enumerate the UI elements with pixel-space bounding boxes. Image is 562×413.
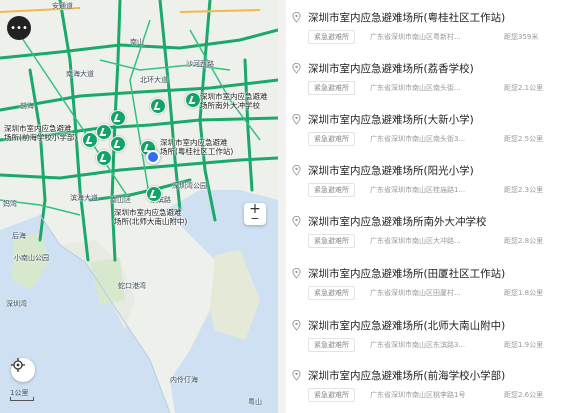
shelter-marker[interactable]	[96, 150, 112, 166]
list-item-title: 深圳市室内应急避难场所(田厦社区工作站)	[308, 268, 506, 280]
list-item[interactable]: 深圳市室内应急避难场所(田厦社区工作站) 紧急避难所 广东省深圳市南山区田厦村.…	[286, 256, 562, 306]
location-pin-icon	[292, 165, 301, 176]
panel-divider	[278, 0, 286, 413]
list-item-tag: 紧急避难所	[308, 388, 355, 402]
location-pin-icon	[292, 370, 301, 381]
list-item-address: 广东省深圳市南山区大冲路...	[370, 237, 461, 245]
more-options-button[interactable]: •••	[7, 16, 31, 40]
list-item-title: 深圳市室内应急避难场所(前海学校小学部)	[308, 370, 506, 382]
crosshair-icon	[11, 358, 25, 372]
shelter-marker[interactable]	[110, 110, 126, 126]
list-item-address: 广东省深圳市南山区东滨路3...	[370, 341, 466, 349]
list-item-address: 广东省深圳市南山区南头街...	[370, 84, 461, 92]
shelter-list: 深圳市室内应急避难场所(粤桂社区工作站) 紧急避难所 广东省深圳市南山区粤新村.…	[286, 0, 562, 413]
list-item-title: 深圳市室内应急避难场所(荔香学校)	[308, 63, 474, 75]
list-item-title: 深圳市室内应急避难场所(阳光小学)	[308, 165, 474, 177]
list-item[interactable]: 深圳市室内应急避难场所(北师大南山附中) 紧急避难所 广东省深圳市南山区东滨路3…	[286, 308, 562, 358]
list-item-address: 广东省深圳市南山区桂庙路1...	[370, 186, 466, 194]
list-item[interactable]: 深圳市室内应急避难场所(阳光小学) 紧急避难所 广东省深圳市南山区桂庙路1...…	[286, 153, 562, 203]
shelter-marker[interactable]	[150, 98, 166, 114]
list-item-tag: 紧急避难所	[308, 183, 355, 197]
map-label: 沙河西路	[186, 60, 214, 68]
list-item-title: 深圳市室内应急避难场所(北师大南山附中)	[308, 320, 506, 332]
map-label: 后海	[12, 232, 26, 240]
shelter-label: 深圳市室内应急避难 场所(北师大南山附中)	[114, 208, 188, 226]
shelter-marker[interactable]	[110, 136, 126, 152]
list-item[interactable]: 深圳市室内应急避难场所(大新小学) 紧急避难所 广东省深圳市南山区南头街3...…	[286, 102, 562, 152]
list-item-address: 广东省深圳市南山区桃李路1号	[370, 391, 466, 399]
shelter-label: 深圳市室内应急避难 场所南外大冲学校	[200, 92, 268, 110]
scale-bar	[10, 397, 34, 401]
list-item-tag: 紧急避难所	[308, 286, 355, 300]
list-item-distance: 距您1.8公里	[504, 289, 544, 297]
list-item[interactable]: 深圳市室内应急避难场所(前海学校小学部) 紧急避难所 广东省深圳市南山区桃李路1…	[286, 358, 562, 408]
shelter-marker[interactable]	[185, 92, 201, 108]
list-item[interactable]: 深圳市室内应急避难场所南外大冲学校 紧急避难所 广东省深圳市南山区大冲路... …	[286, 204, 562, 254]
list-item-address: 广东省深圳市南山区南头街3...	[370, 135, 466, 143]
map-label: 粤山	[248, 398, 262, 406]
shelter-marker[interactable]	[146, 186, 162, 202]
shelter-label: 深圳市室内应急避难 场所(前海学校小学部)	[4, 124, 78, 142]
list-item-distance: 距您2.5公里	[504, 135, 544, 143]
list-item-title: 深圳市室内应急避难场所南外大冲学校	[308, 216, 487, 228]
location-pin-icon	[292, 268, 301, 279]
location-pin-icon	[292, 216, 301, 227]
map-canvas	[0, 0, 278, 413]
more-icon: •••	[10, 22, 28, 34]
list-item-distance: 距您1.9公里	[504, 341, 544, 349]
list-item-title: 深圳市室内应急避难场所(大新小学)	[308, 114, 474, 126]
location-pin-icon	[292, 320, 301, 331]
list-item-tag: 紧急避难所	[308, 234, 355, 248]
map-label: 南山	[130, 38, 144, 46]
shelter-label: 深圳市室内应急避难 场所(粤桂社区工作站)	[160, 138, 234, 156]
map-view[interactable]: 安通道 南山 西丽 南海大道 沙河西路 北环大道 滨海大道 南山区 前海 东滨路…	[0, 0, 278, 413]
map-label: 内伶仃海	[170, 376, 198, 384]
list-item-tag: 紧急避难所	[308, 81, 355, 95]
map-label: 南山区	[110, 196, 131, 204]
list-item-address: 广东省深圳市南山区粤新村...	[370, 33, 461, 41]
list-item-distance: 距您359米	[504, 33, 539, 41]
list-item-distance: 距您2.6公里	[504, 391, 544, 399]
map-label: 深圳湾	[6, 300, 27, 308]
map-label: 妈湾	[3, 200, 17, 208]
list-item-tag: 紧急避难所	[308, 338, 355, 352]
list-item-distance: 距您2.8公里	[504, 237, 544, 245]
shelter-marker[interactable]	[96, 124, 112, 140]
map-label: 小南山公园	[14, 254, 49, 262]
list-item-distance: 距您2.3公里	[504, 186, 544, 194]
map-label: 蛇口港湾	[118, 282, 146, 290]
list-item[interactable]: 深圳市室内应急避难场所(荔香学校) 紧急避难所 广东省深圳市南山区南头街... …	[286, 51, 562, 101]
location-pin-icon	[292, 63, 301, 74]
list-item[interactable]: 深圳市室内应急避难场所(粤桂社区工作站) 紧急避难所 广东省深圳市南山区粤新村.…	[286, 0, 562, 50]
list-item-tag: 紧急避难所	[308, 30, 355, 44]
map-label: 北环大道	[140, 76, 168, 84]
zoom-control[interactable]: + −	[244, 202, 266, 225]
shelter-marker[interactable]	[82, 132, 98, 148]
location-pin-icon	[292, 114, 301, 125]
zoom-out-button[interactable]: −	[250, 213, 259, 224]
map-label: 滨海大道	[70, 194, 98, 202]
list-item-title: 深圳市室内应急避难场所(粤桂社区工作站)	[308, 12, 506, 24]
map-label: 南海大道	[66, 70, 94, 78]
map-label: 深圳湾公园	[172, 182, 207, 190]
current-location-dot	[146, 150, 160, 164]
list-item-distance: 距您2.1公里	[504, 84, 544, 92]
location-pin-icon	[292, 12, 301, 23]
locate-button[interactable]	[11, 358, 35, 382]
map-label: 安通道	[52, 2, 73, 10]
map-label: 前海	[20, 102, 34, 110]
list-item-tag: 紧急避难所	[308, 132, 355, 146]
list-item-address: 广东省深圳市南山区田厦村...	[370, 289, 461, 297]
